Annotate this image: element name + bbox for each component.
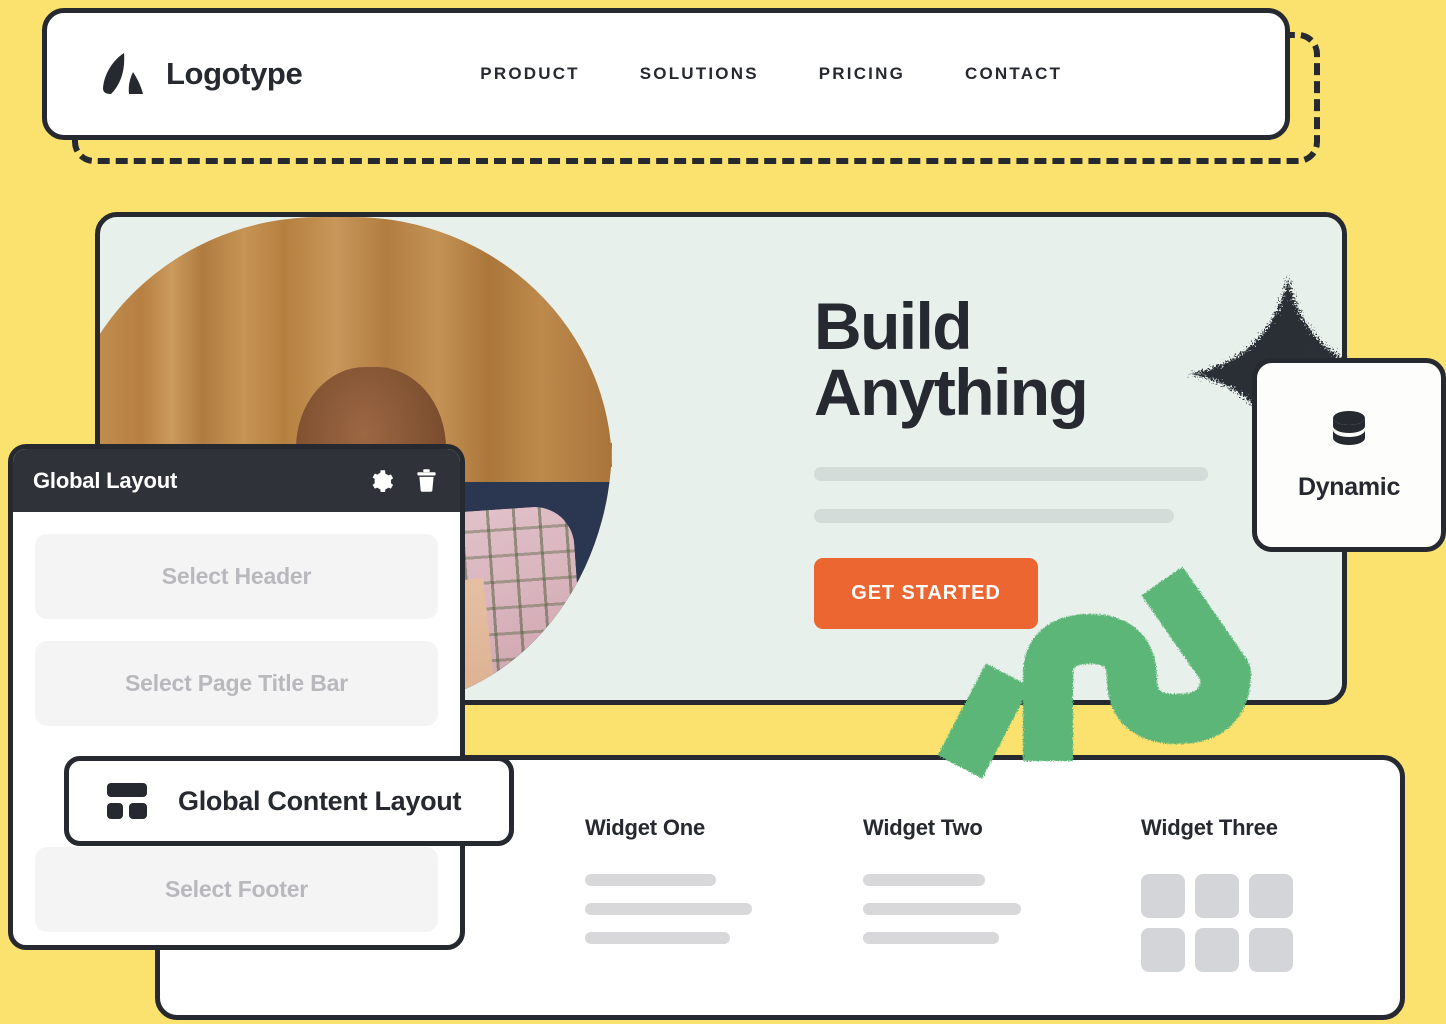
widget-three: Widget Three (1141, 815, 1419, 972)
grid-cell (1249, 874, 1293, 918)
hero-title: Build Anything (814, 289, 1089, 429)
widget-two-line-2 (863, 903, 1022, 915)
global-content-layout-label: Global Content Layout (178, 785, 462, 816)
brand[interactable]: Logotype (102, 52, 303, 96)
global-layout-panel: Global Layout Select Header Select Page … (8, 444, 465, 950)
get-started-button[interactable]: GET STARTED (814, 558, 1038, 629)
widget-two: Widget Two (863, 815, 1141, 972)
nav-item-product[interactable]: PRODUCT (480, 64, 579, 84)
trash-icon[interactable] (415, 468, 438, 493)
hero-skeleton-line-1 (814, 467, 1208, 481)
hero-title-line-2: Anything (814, 355, 1089, 429)
grid-cell (1141, 874, 1185, 918)
widget-two-line-3 (863, 932, 1000, 944)
grid-cell (1141, 928, 1185, 972)
nav-item-contact[interactable]: CONTACT (965, 64, 1062, 84)
grid-cell (1195, 874, 1239, 918)
main-nav: PRODUCT SOLUTIONS PRICING CONTACT (480, 64, 1062, 84)
global-layout-panel-body: Select Header Select Page Title Bar Sele… (13, 512, 460, 932)
widget-one: Widget One (585, 815, 863, 972)
widgets-row: Widget One Widget Two Widget Three (585, 815, 1419, 972)
widget-one-line-2 (585, 903, 752, 915)
dynamic-card[interactable]: Dynamic (1252, 358, 1446, 552)
widget-one-title: Widget One (585, 815, 706, 840)
grid-cell (1195, 928, 1239, 972)
nav-item-pricing[interactable]: PRICING (819, 64, 905, 84)
widget-two-title: Widget Two (863, 815, 983, 840)
hero-photo-mask-top (100, 217, 612, 467)
slot-select-page-title-bar[interactable]: Select Page Title Bar (35, 641, 438, 726)
global-layout-panel-title: Global Layout (33, 467, 178, 493)
logo-mark-icon (103, 53, 143, 94)
hero-content: Build Anything GET STARTED (612, 217, 1342, 700)
slot-select-footer[interactable]: Select Footer (35, 847, 438, 932)
global-content-layout-item[interactable]: Global Content Layout (64, 756, 514, 846)
widget-three-title: Widget Three (1141, 815, 1278, 840)
nav-item-solutions[interactable]: SOLUTIONS (640, 64, 759, 84)
slot-select-header[interactable]: Select Header (35, 534, 438, 619)
brand-name: Logotype (166, 56, 303, 91)
layout-grid-icon (107, 783, 147, 819)
dynamic-label: Dynamic (1297, 472, 1401, 501)
widget-two-line-1 (863, 874, 986, 886)
database-icon (1333, 410, 1365, 445)
global-layout-panel-actions (369, 468, 438, 493)
canvas: Logotype PRODUCT SOLUTIONS PRICING CONTA… (0, 0, 1446, 1024)
widget-one-line-3 (585, 932, 730, 944)
site-header: Logotype PRODUCT SOLUTIONS PRICING CONTA… (42, 8, 1290, 140)
widget-three-grid (1141, 874, 1419, 972)
hero-skeleton-line-2 (814, 509, 1174, 523)
gear-icon[interactable] (369, 468, 394, 493)
widget-one-line-1 (585, 874, 716, 886)
global-layout-panel-header: Global Layout (13, 449, 460, 512)
grid-cell (1249, 928, 1293, 972)
hero-title-line-1: Build (814, 289, 973, 363)
